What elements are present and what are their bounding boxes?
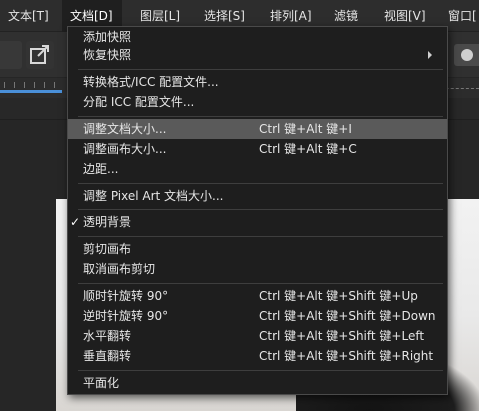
menu-item-resize-document[interactable]: 调整文档大小... Ctrl 键+Alt 键+I [68,119,447,139]
menu-separator [78,116,443,117]
menu-item-flip-vertical[interactable]: 垂直翻转 Ctrl 键+Alt 键+Shift 键+Right [68,346,447,366]
menu-item-label: 边距... [83,162,119,176]
menu-item-label: 恢复快照 [83,48,132,62]
menu-item-flatten[interactable]: 平面化 [68,373,447,393]
menu-item-transparent-background[interactable]: ✓ 透明背景 [68,212,447,232]
menu-item-label: 转换格式/ICC 配置文件... [83,75,219,89]
menu-item-label: 顺时针旋转 90° [83,289,169,303]
menu-item-clip-canvas[interactable]: 剪切画布 [68,239,447,259]
menu-item-shortcut: Ctrl 键+Alt 键+Shift 键+Up [259,289,418,303]
toggle-button[interactable] [454,44,479,66]
menu-item-label: 透明背景 [83,215,132,229]
menu-item-shortcut: Ctrl 键+Alt 键+Shift 键+Right [259,349,434,363]
menu-item-label: 逆时针旋转 90° [83,309,169,323]
menu-item-resize-canvas[interactable]: 调整画布大小... Ctrl 键+Alt 键+C [68,139,447,159]
chevron-right-icon [428,51,432,59]
menu-separator [78,236,443,237]
export-icon[interactable] [26,41,54,69]
menu-item-rotate-counterclockwise[interactable]: 逆时针旋转 90° Ctrl 键+Alt 键+Shift 键+Down [68,306,447,326]
menu-item-flip-horizontal[interactable]: 水平翻转 Ctrl 键+Alt 键+Shift 键+Left [68,326,447,346]
menu-item-convert-icc[interactable]: 转换格式/ICC 配置文件... [68,72,447,92]
menu-separator [78,283,443,284]
ruler-accent-bar [0,90,62,93]
menu-separator [78,209,443,210]
menu-item-label: 取消画布剪切 [83,262,156,276]
menu-separator [78,370,443,371]
menu-item-shortcut: Ctrl 键+Alt 键+I [259,122,352,136]
menu-item-label: 调整 Pixel Art 文档大小... [83,189,224,203]
menu-item-shortcut: Ctrl 键+Alt 键+C [259,142,357,156]
menu-item-label: 剪切画布 [83,242,132,256]
menu-item-label: 水平翻转 [83,329,132,343]
menu-item-label: 添加快照 [83,30,132,44]
menu-item-label: 垂直翻转 [83,349,132,363]
app-window: 文本[T] 文档[D] 图层[L] 选择[S] 排列[A] 滤镜 视图[V] 窗… [0,0,479,411]
toggle-dot-icon [461,49,473,61]
checkmark-icon: ✓ [70,215,81,229]
menu-item-assign-icc[interactable]: 分配 ICC 配置文件... [68,92,447,112]
menu-separator [78,183,443,184]
menu-item-unclip-canvas[interactable]: 取消画布剪切 [68,259,447,279]
toolbar-left-button[interactable] [0,41,22,69]
menu-text[interactable]: 文本[T] [0,0,57,32]
menu-item-label: 调整画布大小... [83,142,167,156]
menu-item-margins[interactable]: 边距... [68,159,447,179]
document-menu: 添加快照 恢复快照 转换格式/ICC 配置文件... 分配 ICC 配置文件..… [67,26,448,395]
menu-item-label: 平面化 [83,376,120,390]
menu-separator [78,69,443,70]
menu-item-resize-pixel-art[interactable]: 调整 Pixel Art 文档大小... [68,186,447,206]
menu-item-shortcut: Ctrl 键+Alt 键+Shift 键+Left [259,329,425,343]
menu-item-label: 分配 ICC 配置文件... [83,95,195,109]
menu-item-restore-snapshot[interactable]: 恢复快照 [68,45,447,65]
menu-item-add-snapshot[interactable]: 添加快照 [68,27,447,47]
menu-item-label: 调整文档大小... [83,122,167,136]
menu-item-shortcut: Ctrl 键+Alt 键+Shift 键+Down [259,309,436,323]
menu-item-rotate-clockwise[interactable]: 顺时针旋转 90° Ctrl 键+Alt 键+Shift 键+Up [68,286,447,306]
